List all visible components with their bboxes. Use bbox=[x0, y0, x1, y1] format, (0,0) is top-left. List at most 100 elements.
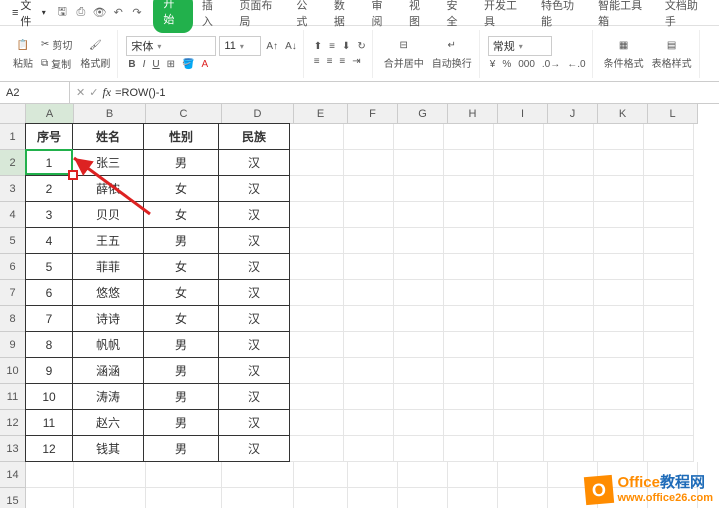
col-header[interactable]: B bbox=[74, 104, 146, 124]
cell[interactable] bbox=[398, 488, 448, 508]
cell[interactable] bbox=[394, 202, 444, 228]
cell[interactable]: 女 bbox=[143, 253, 219, 280]
tab-3[interactable]: 公式 bbox=[287, 0, 325, 33]
cell[interactable]: 薛侬 bbox=[72, 175, 144, 202]
cell[interactable] bbox=[394, 228, 444, 254]
cell[interactable] bbox=[644, 254, 694, 280]
col-header[interactable]: J bbox=[548, 104, 598, 124]
cell[interactable] bbox=[394, 358, 444, 384]
cell[interactable] bbox=[290, 280, 344, 306]
decrease-decimal-button[interactable]: ←.0 bbox=[565, 58, 587, 71]
cell[interactable]: 4 bbox=[25, 227, 73, 254]
cell[interactable] bbox=[594, 280, 644, 306]
cell[interactable] bbox=[394, 280, 444, 306]
row-header[interactable]: 11 bbox=[0, 384, 26, 410]
cell[interactable] bbox=[294, 462, 348, 488]
cell[interactable] bbox=[344, 410, 394, 436]
cell[interactable] bbox=[290, 436, 344, 462]
cell[interactable]: 5 bbox=[25, 253, 73, 280]
fill-color-button[interactable]: 🪣 bbox=[180, 58, 196, 71]
fx-icon[interactable]: fx bbox=[102, 85, 111, 100]
cell[interactable] bbox=[594, 306, 644, 332]
cell[interactable] bbox=[644, 410, 694, 436]
cell[interactable]: 张三 bbox=[72, 149, 144, 176]
cell[interactable]: 菲菲 bbox=[72, 253, 144, 280]
select-all-corner[interactable] bbox=[0, 104, 26, 124]
align-top-button[interactable]: ⬆ bbox=[312, 40, 324, 53]
cell[interactable]: 贝贝 bbox=[72, 201, 144, 228]
cell[interactable]: 汉 bbox=[218, 253, 290, 280]
cell[interactable] bbox=[444, 228, 494, 254]
cell[interactable]: 1 bbox=[25, 149, 73, 176]
cell[interactable]: 10 bbox=[25, 383, 73, 410]
file-menu[interactable]: ≡ 文件 ▾ bbox=[6, 0, 52, 31]
cell[interactable] bbox=[394, 384, 444, 410]
align-bottom-button[interactable]: ⬇ bbox=[340, 40, 352, 53]
row-header[interactable]: 10 bbox=[0, 358, 26, 384]
decrease-font-button[interactable]: A↓ bbox=[283, 36, 299, 56]
merge-center-button[interactable]: ⊟ 合并居中 bbox=[381, 36, 427, 72]
cell[interactable] bbox=[394, 254, 444, 280]
tab-8[interactable]: 开发工具 bbox=[475, 0, 532, 33]
cell[interactable] bbox=[394, 436, 444, 462]
cell[interactable]: 王五 bbox=[72, 227, 144, 254]
col-header[interactable]: F bbox=[348, 104, 398, 124]
currency-button[interactable]: ¥ bbox=[488, 58, 498, 71]
cell[interactable] bbox=[494, 410, 544, 436]
col-header[interactable]: H bbox=[448, 104, 498, 124]
cell[interactable] bbox=[398, 462, 448, 488]
cell[interactable] bbox=[644, 306, 694, 332]
cell[interactable] bbox=[494, 436, 544, 462]
cell[interactable] bbox=[544, 280, 594, 306]
fill-handle[interactable] bbox=[68, 170, 78, 180]
cell[interactable] bbox=[544, 150, 594, 176]
border-button[interactable]: ⊞ bbox=[165, 58, 177, 71]
cell[interactable] bbox=[594, 410, 644, 436]
tab-11[interactable]: 文档助手 bbox=[656, 0, 713, 33]
cell[interactable]: 2 bbox=[25, 175, 73, 202]
col-header[interactable]: I bbox=[498, 104, 548, 124]
copy-button[interactable]: ⧉复制 bbox=[39, 55, 74, 72]
cell[interactable] bbox=[344, 358, 394, 384]
format-painter-button[interactable]: 🖌 格式刷 bbox=[77, 36, 113, 72]
cell[interactable] bbox=[594, 176, 644, 202]
col-header[interactable]: D bbox=[222, 104, 294, 124]
comma-button[interactable]: 000 bbox=[516, 58, 537, 71]
cell[interactable] bbox=[444, 280, 494, 306]
cell[interactable] bbox=[594, 124, 644, 150]
cell[interactable]: 序号 bbox=[25, 123, 73, 150]
cell[interactable]: 3 bbox=[25, 201, 73, 228]
cell[interactable] bbox=[444, 384, 494, 410]
cell[interactable] bbox=[290, 202, 344, 228]
cell[interactable]: 汉 bbox=[218, 201, 290, 228]
cell[interactable]: 男 bbox=[143, 331, 219, 358]
cell[interactable] bbox=[494, 150, 544, 176]
cell[interactable]: 汉 bbox=[218, 227, 290, 254]
cell[interactable] bbox=[290, 228, 344, 254]
cell[interactable] bbox=[394, 332, 444, 358]
cell[interactable] bbox=[544, 176, 594, 202]
cell[interactable] bbox=[494, 254, 544, 280]
row-header[interactable]: 13 bbox=[0, 436, 26, 462]
cell[interactable] bbox=[494, 228, 544, 254]
row-header[interactable]: 2 bbox=[0, 150, 26, 176]
cell[interactable]: 9 bbox=[25, 357, 73, 384]
col-header[interactable]: A bbox=[26, 104, 74, 124]
row-header[interactable]: 5 bbox=[0, 228, 26, 254]
cell[interactable] bbox=[344, 124, 394, 150]
font-size-dropdown[interactable]: 11▾ bbox=[219, 36, 261, 56]
cell[interactable]: 汉 bbox=[218, 409, 290, 436]
cell[interactable] bbox=[394, 306, 444, 332]
cell[interactable] bbox=[544, 254, 594, 280]
cut-button[interactable]: ✂剪切 bbox=[39, 36, 74, 53]
cell[interactable]: 汉 bbox=[218, 331, 290, 358]
cell[interactable] bbox=[494, 358, 544, 384]
align-right-button[interactable]: ≡ bbox=[337, 55, 347, 68]
cell[interactable]: 男 bbox=[143, 357, 219, 384]
redo-icon[interactable]: ↷ bbox=[129, 4, 146, 22]
number-format-dropdown[interactable]: 常规▾ bbox=[488, 36, 552, 56]
cell[interactable] bbox=[644, 124, 694, 150]
row-header[interactable]: 6 bbox=[0, 254, 26, 280]
cell[interactable] bbox=[444, 254, 494, 280]
cell[interactable] bbox=[444, 306, 494, 332]
